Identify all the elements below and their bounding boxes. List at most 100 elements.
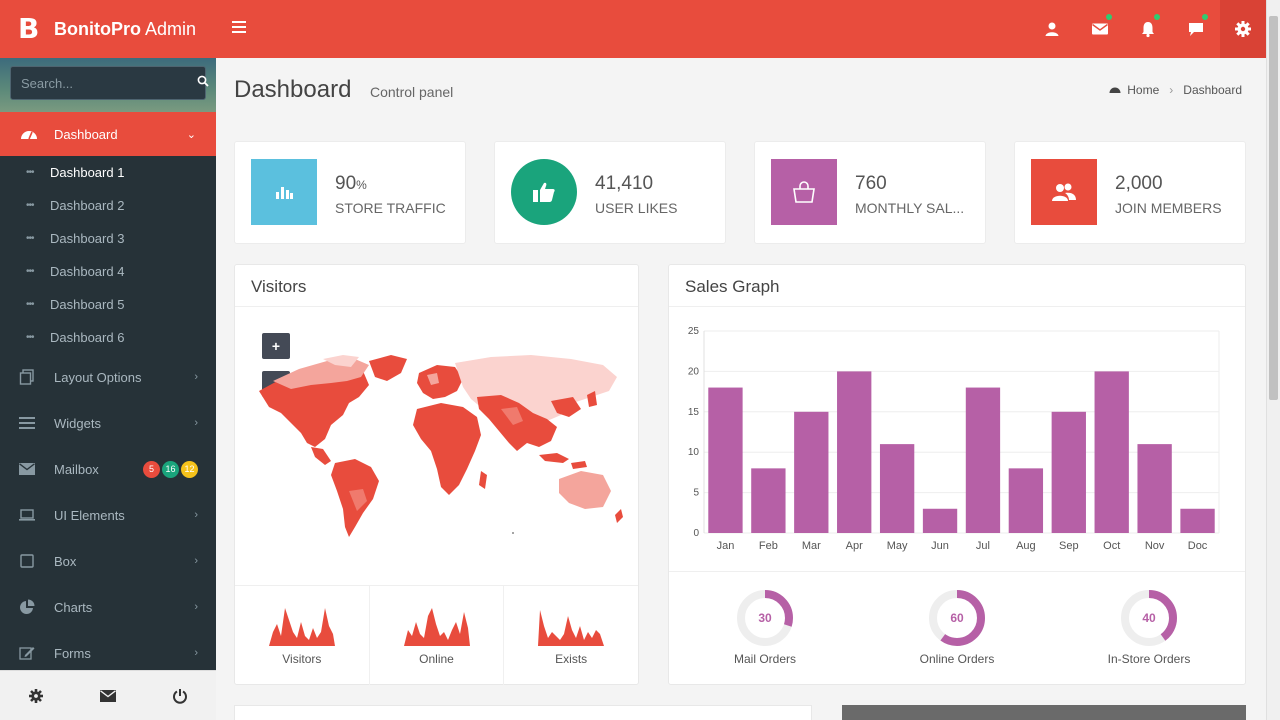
bar-mar [794, 411, 829, 533]
search-icon[interactable] [197, 74, 209, 92]
stat-box-monthly-sales: 760 MONTHLY SAL... [754, 141, 986, 244]
stat-value: 2,000 [1115, 173, 1163, 194]
x-tick-label: May [887, 540, 908, 552]
bar-oct [1094, 371, 1129, 533]
y-tick-label: 15 [688, 407, 700, 418]
donut-chart: 30 [737, 590, 793, 646]
sales-bar-chart: 0 5 10 15 20 25 Jan Feb Mar Apr May Jun Jul Aug Sep Oct… [688, 326, 1220, 552]
sidebar-item-ui-elements[interactable]: UI Elements › [0, 492, 216, 538]
submenu-item-dashboard-5[interactable]: ••• Dashboard 5 [0, 288, 216, 321]
breadcrumb: Home › Dashboard [1109, 83, 1242, 97]
stat-label: USER LIKES [595, 200, 678, 216]
sidebar-item-dashboard[interactable]: Dashboard ⌄ [0, 112, 216, 156]
power-icon[interactable] [172, 688, 188, 704]
submenu-item-dashboard-4[interactable]: ••• Dashboard 4 [0, 255, 216, 288]
dashboard-gauge-icon [1109, 83, 1121, 97]
x-tick-label: Nov [1145, 540, 1165, 552]
sidebar-item-layout-options[interactable]: Layout Options › [0, 354, 216, 400]
bar-may [879, 444, 915, 533]
dots-icon: ••• [26, 200, 35, 211]
submenu-item-dashboard-2[interactable]: ••• Dashboard 2 [0, 189, 216, 222]
laptop-icon [18, 507, 36, 523]
pie-chart-icon [18, 599, 36, 615]
status-dot [1106, 14, 1112, 20]
brand-logo[interactable]: B BonitoPro Admin [0, 0, 216, 58]
bar-sep [1051, 411, 1086, 533]
scrollbar-thumb[interactable] [1269, 16, 1278, 400]
donut-label: Mail Orders [733, 652, 796, 666]
stat-box-store-traffic: 90% STORE TRAFFIC [234, 141, 466, 244]
dots-icon: ••• [26, 332, 35, 343]
stat-value: 41,410 [595, 173, 654, 194]
notifications-bell-icon[interactable] [1124, 0, 1172, 58]
page-scrollbar[interactable] [1266, 0, 1280, 720]
y-tick-label: 25 [688, 326, 700, 337]
submenu-item-dashboard-6[interactable]: ••• Dashboard 6 [0, 321, 216, 354]
x-tick-label: Oct [1103, 540, 1120, 552]
sparkline-visitors: Visitors [235, 586, 370, 685]
search-box [10, 66, 209, 100]
mailbox-badge-yellow: 12 [181, 460, 198, 478]
chevron-down-icon: ⌄ [186, 128, 196, 141]
settings-gear-icon[interactable] [28, 688, 44, 704]
sidebar-item-charts[interactable]: Charts › [0, 584, 216, 630]
sidebar-item-box[interactable]: Box › [0, 538, 216, 584]
search-input[interactable] [21, 75, 197, 91]
stat-label: JOIN MEMBERS [1115, 200, 1222, 216]
visitors-sparkline-row: Visitors Online Exists [235, 585, 638, 685]
bar-feb [751, 468, 786, 533]
donut-instore-orders: 40 In-Store Orders [1053, 572, 1245, 685]
brand-mark: B [18, 12, 40, 45]
bar-aug [1008, 468, 1044, 533]
y-tick-label: 10 [688, 447, 700, 458]
submenu-item-dashboard-3[interactable]: ••• Dashboard 3 [0, 222, 216, 255]
sidebar-item-widgets[interactable]: Widgets › [0, 400, 216, 446]
sidebar-footer [0, 670, 216, 720]
x-tick-label: Jun [931, 540, 949, 552]
copy-icon [18, 369, 36, 385]
x-tick-label: Jan [717, 540, 735, 552]
sidebar-toggle-icon[interactable] [232, 18, 246, 38]
breadcrumb-current: Dashboard [1183, 83, 1242, 97]
chevron-right-icon: › [194, 371, 198, 383]
donut-chart: 60 [929, 590, 985, 646]
sparkline-online: Online [370, 586, 505, 685]
page-title: Dashboard [234, 76, 352, 103]
sparkline-label: Visitors [282, 652, 322, 666]
y-tick-label: 5 [693, 488, 699, 499]
x-tick-label: Aug [1016, 540, 1036, 552]
edit-icon [18, 645, 36, 661]
chevron-right-icon: › [194, 555, 198, 567]
stat-box-user-likes: 41,410 USER LIKES [494, 141, 726, 244]
envelope-icon [18, 461, 36, 477]
breadcrumb-separator: › [1169, 83, 1174, 97]
donut-mail-orders: 30 Mail Orders [669, 572, 861, 685]
sidebar-search-area [0, 58, 216, 112]
orders-donut-row: 30 Mail Orders 60 Online Orders 40 In-St… [669, 571, 1245, 685]
chevron-right-icon: › [194, 601, 198, 613]
user-icon[interactable] [1028, 0, 1076, 58]
sales-graph-panel: Sales Graph 0 5 10 15 20 25 Jan Feb Mar Apr May Jun… [668, 264, 1246, 685]
settings-gear-icon[interactable] [1220, 0, 1266, 58]
status-dot [1154, 14, 1160, 20]
donut-label: Online Orders [919, 652, 995, 666]
submenu-item-dashboard-1[interactable]: ••• Dashboard 1 [0, 156, 216, 189]
bar-apr [837, 371, 872, 533]
dashboard-gauge-icon [20, 126, 38, 143]
x-tick-label: Doc [1188, 540, 1208, 552]
dashboard-submenu: ••• Dashboard 1 ••• Dashboard 2 ••• Dashboa… [0, 156, 216, 354]
sparkline-exists: Exists [504, 586, 638, 685]
top-navbar [216, 0, 1266, 58]
breadcrumb-home-link[interactable]: Home [1127, 83, 1159, 97]
world-map[interactable] [251, 351, 631, 541]
chat-icon[interactable] [1172, 0, 1220, 58]
page-subtitle: Control panel [370, 84, 454, 100]
donut-label: In-Store Orders [1107, 652, 1191, 666]
sidebar-item-mailbox[interactable]: Mailbox 5 16 12 [0, 446, 216, 492]
panel-title: Sales Graph [669, 265, 1245, 307]
x-tick-label: Feb [759, 540, 778, 552]
envelope-icon[interactable] [100, 688, 116, 704]
messages-envelope-icon[interactable] [1076, 0, 1124, 58]
mailbox-badge-green: 16 [162, 460, 179, 478]
thumbs-up-icon [511, 159, 577, 225]
